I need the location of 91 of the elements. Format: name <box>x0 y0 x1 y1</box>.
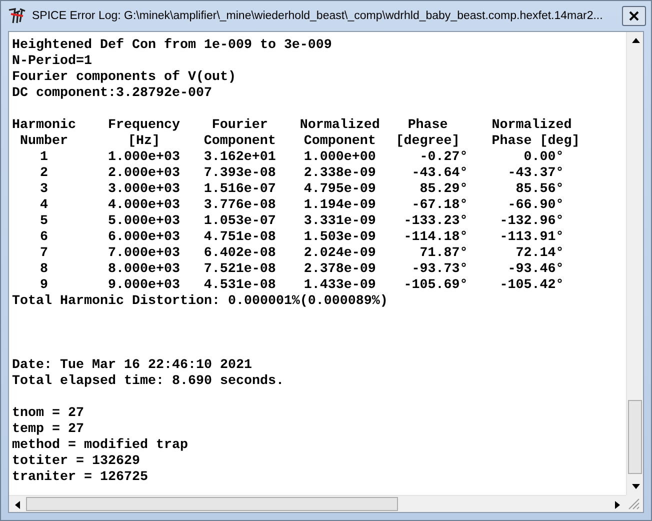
table-cell: 2.000e+03 <box>108 166 180 182</box>
column-header: Phase [deg] <box>492 134 580 150</box>
log-line: temp = 27 <box>12 422 85 438</box>
table-cell-text: 9 <box>38 278 49 294</box>
column-header: Normalized <box>300 118 380 134</box>
table-cell: 7.521e-08 <box>204 262 276 278</box>
log-line: Date: Tue Mar 16 22:46:10 2021 <box>12 358 253 374</box>
table-cell-text: 6 <box>38 230 49 246</box>
table-cell-text: 1.194e-09 <box>302 198 377 214</box>
table-cell: 3.000e+03 <box>108 182 180 198</box>
column-header: Fourier <box>210 118 269 134</box>
table-cell-text: -105.69° <box>402 278 468 294</box>
table-cell-text: 2.024e-09 <box>302 246 377 262</box>
close-button[interactable] <box>622 6 646 26</box>
table-cell: 5.000e+03 <box>108 214 180 230</box>
vertical-scrollbar[interactable] <box>626 32 643 495</box>
table-cell-text: -43.64° <box>410 166 468 182</box>
log-line: N-Period=1 <box>12 54 93 70</box>
table-cell-text: 0.00° <box>522 150 565 166</box>
table-cell-text: -0.27° <box>418 150 468 166</box>
log-line: Total elapsed time: 8.690 seconds. <box>12 374 285 390</box>
table-cell: 9.000e+03 <box>108 278 180 294</box>
table-cell-text: -133.23° <box>402 214 468 230</box>
column-header: Number <box>18 134 69 150</box>
table-cell-text: 3.331e-09 <box>302 214 377 230</box>
table-cell-text: -113.91° <box>498 230 565 246</box>
table-cell: 3.776e-08 <box>204 198 276 214</box>
column-header: [degree] <box>394 134 461 150</box>
table-cell-text: 1.433e-09 <box>302 278 377 294</box>
table-cell: 1.000e+03 <box>108 150 180 166</box>
window-title: SPICE Error Log: G:\minek\amplifier\_mine\wiederhold_beast\_comp\wdrhld_baby_beast.comp.hexfet.14mar2... <box>32 10 604 22</box>
log-line: totiter = 132629 <box>12 454 141 470</box>
table-cell-text: -93.46° <box>506 262 565 278</box>
column-header: [Hz] <box>126 134 161 150</box>
table-cell-text: 1.503e-09 <box>302 230 377 246</box>
size-grip-icon[interactable] <box>626 496 640 510</box>
column-header: Component <box>204 134 276 150</box>
table-cell: 3.162e+01 <box>204 150 276 166</box>
log-line: Heightened Def Con from 1e-009 to 3e-009 <box>12 38 333 54</box>
horizontal-scrollbar[interactable] <box>9 495 626 512</box>
close-icon <box>629 11 639 21</box>
scroll-up-icon[interactable] <box>632 38 640 43</box>
table-cell-text: 71.87° <box>418 246 468 262</box>
log-line: Fourier components of V(out) <box>12 70 237 86</box>
scroll-thumb[interactable] <box>26 497 398 511</box>
scroll-left-icon[interactable] <box>15 500 20 508</box>
table-cell-text: 5 <box>38 214 49 230</box>
scroll-right-icon[interactable] <box>615 500 620 508</box>
table-cell: 7.393e-08 <box>204 166 276 182</box>
column-header: Phase <box>406 118 449 134</box>
column-header: Frequency <box>108 118 180 134</box>
table-cell: 6.000e+03 <box>108 230 180 246</box>
column-header: Normalized <box>492 118 573 134</box>
table-cell: 6.402e-08 <box>204 246 276 262</box>
table-cell-text: 2.338e-09 <box>302 166 377 182</box>
table-cell-text: 1 <box>38 150 49 166</box>
log-line: tnom = 27 <box>12 406 85 422</box>
table-cell-text: -105.42° <box>498 278 565 294</box>
log-line: method = modified trap <box>12 438 189 454</box>
log-line: Total Harmonic Distortion: 0.000001%(0.000089%) <box>12 294 389 310</box>
scroll-thumb[interactable] <box>628 400 642 474</box>
table-cell-text: 7 <box>38 246 49 262</box>
column-header: Component <box>302 134 377 150</box>
table-cell-text: -67.18° <box>410 198 468 214</box>
table-cell-text: 2 <box>38 166 49 182</box>
table-cell-text: 85.56° <box>514 182 565 198</box>
table-cell-text: 72.14° <box>514 246 565 262</box>
table-cell-text: -114.18° <box>402 230 468 246</box>
table-cell-text: 3 <box>38 182 49 198</box>
table-cell-text: -66.90° <box>506 198 565 214</box>
app-logo-icon <box>8 8 26 24</box>
table-cell-text: -132.96° <box>498 214 565 230</box>
table-cell: 4.000e+03 <box>108 198 180 214</box>
table-cell-text: 1.000e+00 <box>302 150 377 166</box>
column-header: Harmonic <box>12 118 76 134</box>
scroll-down-icon[interactable] <box>632 484 640 489</box>
table-cell-text: -93.73° <box>410 262 468 278</box>
log-line: traniter = 126725 <box>12 470 149 486</box>
table-cell-text: -43.37° <box>506 166 565 182</box>
log-line: DC component:3.28792e-007 <box>12 86 213 102</box>
table-cell-text: 4.795e-09 <box>302 182 377 198</box>
table-cell-text: 85.29° <box>418 182 468 198</box>
table-cell: 1.053e-07 <box>204 214 276 230</box>
table-cell-text: 2.378e-09 <box>302 262 377 278</box>
table-cell: 1.516e-07 <box>204 182 276 198</box>
table-cell: 4.751e-08 <box>204 230 276 246</box>
table-cell-text: 4 <box>38 198 49 214</box>
table-cell-text: 8 <box>38 262 49 278</box>
table-cell: 7.000e+03 <box>108 246 180 262</box>
table-cell: 4.531e-08 <box>204 278 276 294</box>
table-cell: 8.000e+03 <box>108 262 180 278</box>
